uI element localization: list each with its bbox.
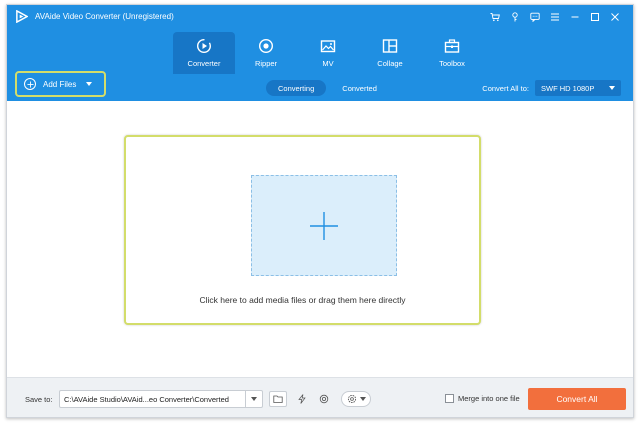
chevron-down-icon: [609, 86, 615, 90]
maximize-icon[interactable]: [585, 9, 605, 25]
gear-icon: [347, 394, 356, 404]
chevron-down-icon: [359, 397, 366, 401]
drop-zone[interactable]: Click here to add media files or drag th…: [124, 135, 481, 325]
converter-icon: [196, 38, 212, 54]
convert-all-label: Convert All to:: [482, 83, 529, 93]
collage-icon: [382, 39, 398, 53]
tab-toolbox-label: Toolbox: [439, 59, 465, 68]
drop-hint: Click here to add media files or drag th…: [199, 295, 406, 305]
key-icon[interactable]: [505, 9, 525, 25]
feedback-icon[interactable]: [525, 9, 545, 25]
chevron-down-icon[interactable]: [86, 82, 93, 86]
tab-mv-label: MV: [322, 59, 334, 68]
convert-all-button[interactable]: Convert All: [528, 388, 626, 410]
gpu-acceleration-button[interactable]: [315, 391, 333, 407]
save-path-input[interactable]: C:\AVAide Studio\AVAid...eo Converter\Co…: [59, 390, 263, 408]
gpu-icon: [319, 394, 329, 404]
tab-converter[interactable]: Converter: [173, 32, 235, 74]
save-to-label: Save to:: [25, 395, 53, 404]
merge-checkbox[interactable]: [445, 394, 454, 403]
folder-icon: [273, 395, 283, 403]
settings-dropdown[interactable]: [341, 391, 371, 407]
format-select[interactable]: SWF HD 1080P: [535, 80, 621, 96]
file-list-area: Click here to add media files or drag th…: [7, 101, 633, 377]
merge-option: Merge into one file: [445, 394, 520, 403]
format-value: SWF HD 1080P: [541, 83, 595, 93]
tab-collage-label: Collage: [377, 59, 403, 68]
status-segments: Converting Converted: [266, 80, 389, 96]
bottom-bar: Save to: C:\AVAide Studio\AVAid...eo Con…: [7, 377, 633, 417]
menu-icon[interactable]: [545, 9, 565, 25]
minimize-icon[interactable]: [565, 9, 585, 25]
ripper-icon: [258, 38, 274, 54]
chevron-down-icon: [251, 397, 257, 401]
main-nav: Converter Ripper MV Collage Toolbox: [173, 32, 483, 74]
cart-icon[interactable]: [485, 9, 505, 25]
tab-collage[interactable]: Collage: [359, 32, 421, 74]
title-bar: AVAide Video Converter (Unregistered) Co…: [7, 5, 633, 74]
merge-label: Merge into one file: [458, 394, 520, 403]
app-logo-icon: [16, 10, 28, 23]
window-title: AVAide Video Converter (Unregistered): [35, 12, 174, 21]
tab-ripper-label: Ripper: [254, 59, 278, 68]
open-folder-button[interactable]: [269, 391, 287, 407]
tab-mv[interactable]: MV: [297, 32, 359, 74]
save-path-value: C:\AVAide Studio\AVAid...eo Converter\Co…: [64, 394, 229, 404]
save-path-dropdown[interactable]: [245, 391, 262, 407]
tab-toolbox[interactable]: Toolbox: [421, 32, 483, 74]
add-icon: [24, 78, 36, 90]
plus-icon: [310, 211, 338, 240]
toolbox-icon: [444, 39, 460, 53]
convert-all-format: Convert All to: SWF HD 1080P: [482, 80, 621, 96]
close-icon[interactable]: [605, 9, 625, 25]
tab-converting[interactable]: Converting: [266, 80, 327, 96]
lightning-icon: [298, 394, 306, 404]
add-media-area[interactable]: [251, 175, 397, 276]
app-window: AVAide Video Converter (Unregistered) Co…: [6, 4, 634, 418]
add-files-button[interactable]: Add Files: [15, 71, 106, 97]
mv-icon: [320, 40, 336, 53]
window-controls: [485, 9, 625, 25]
add-files-label: Add Files: [43, 79, 77, 89]
hardware-acceleration-button[interactable]: [293, 391, 311, 407]
tab-converted[interactable]: Converted: [330, 80, 389, 96]
tab-ripper[interactable]: Ripper: [235, 32, 297, 74]
tab-converter-label: Converter: [187, 59, 221, 68]
